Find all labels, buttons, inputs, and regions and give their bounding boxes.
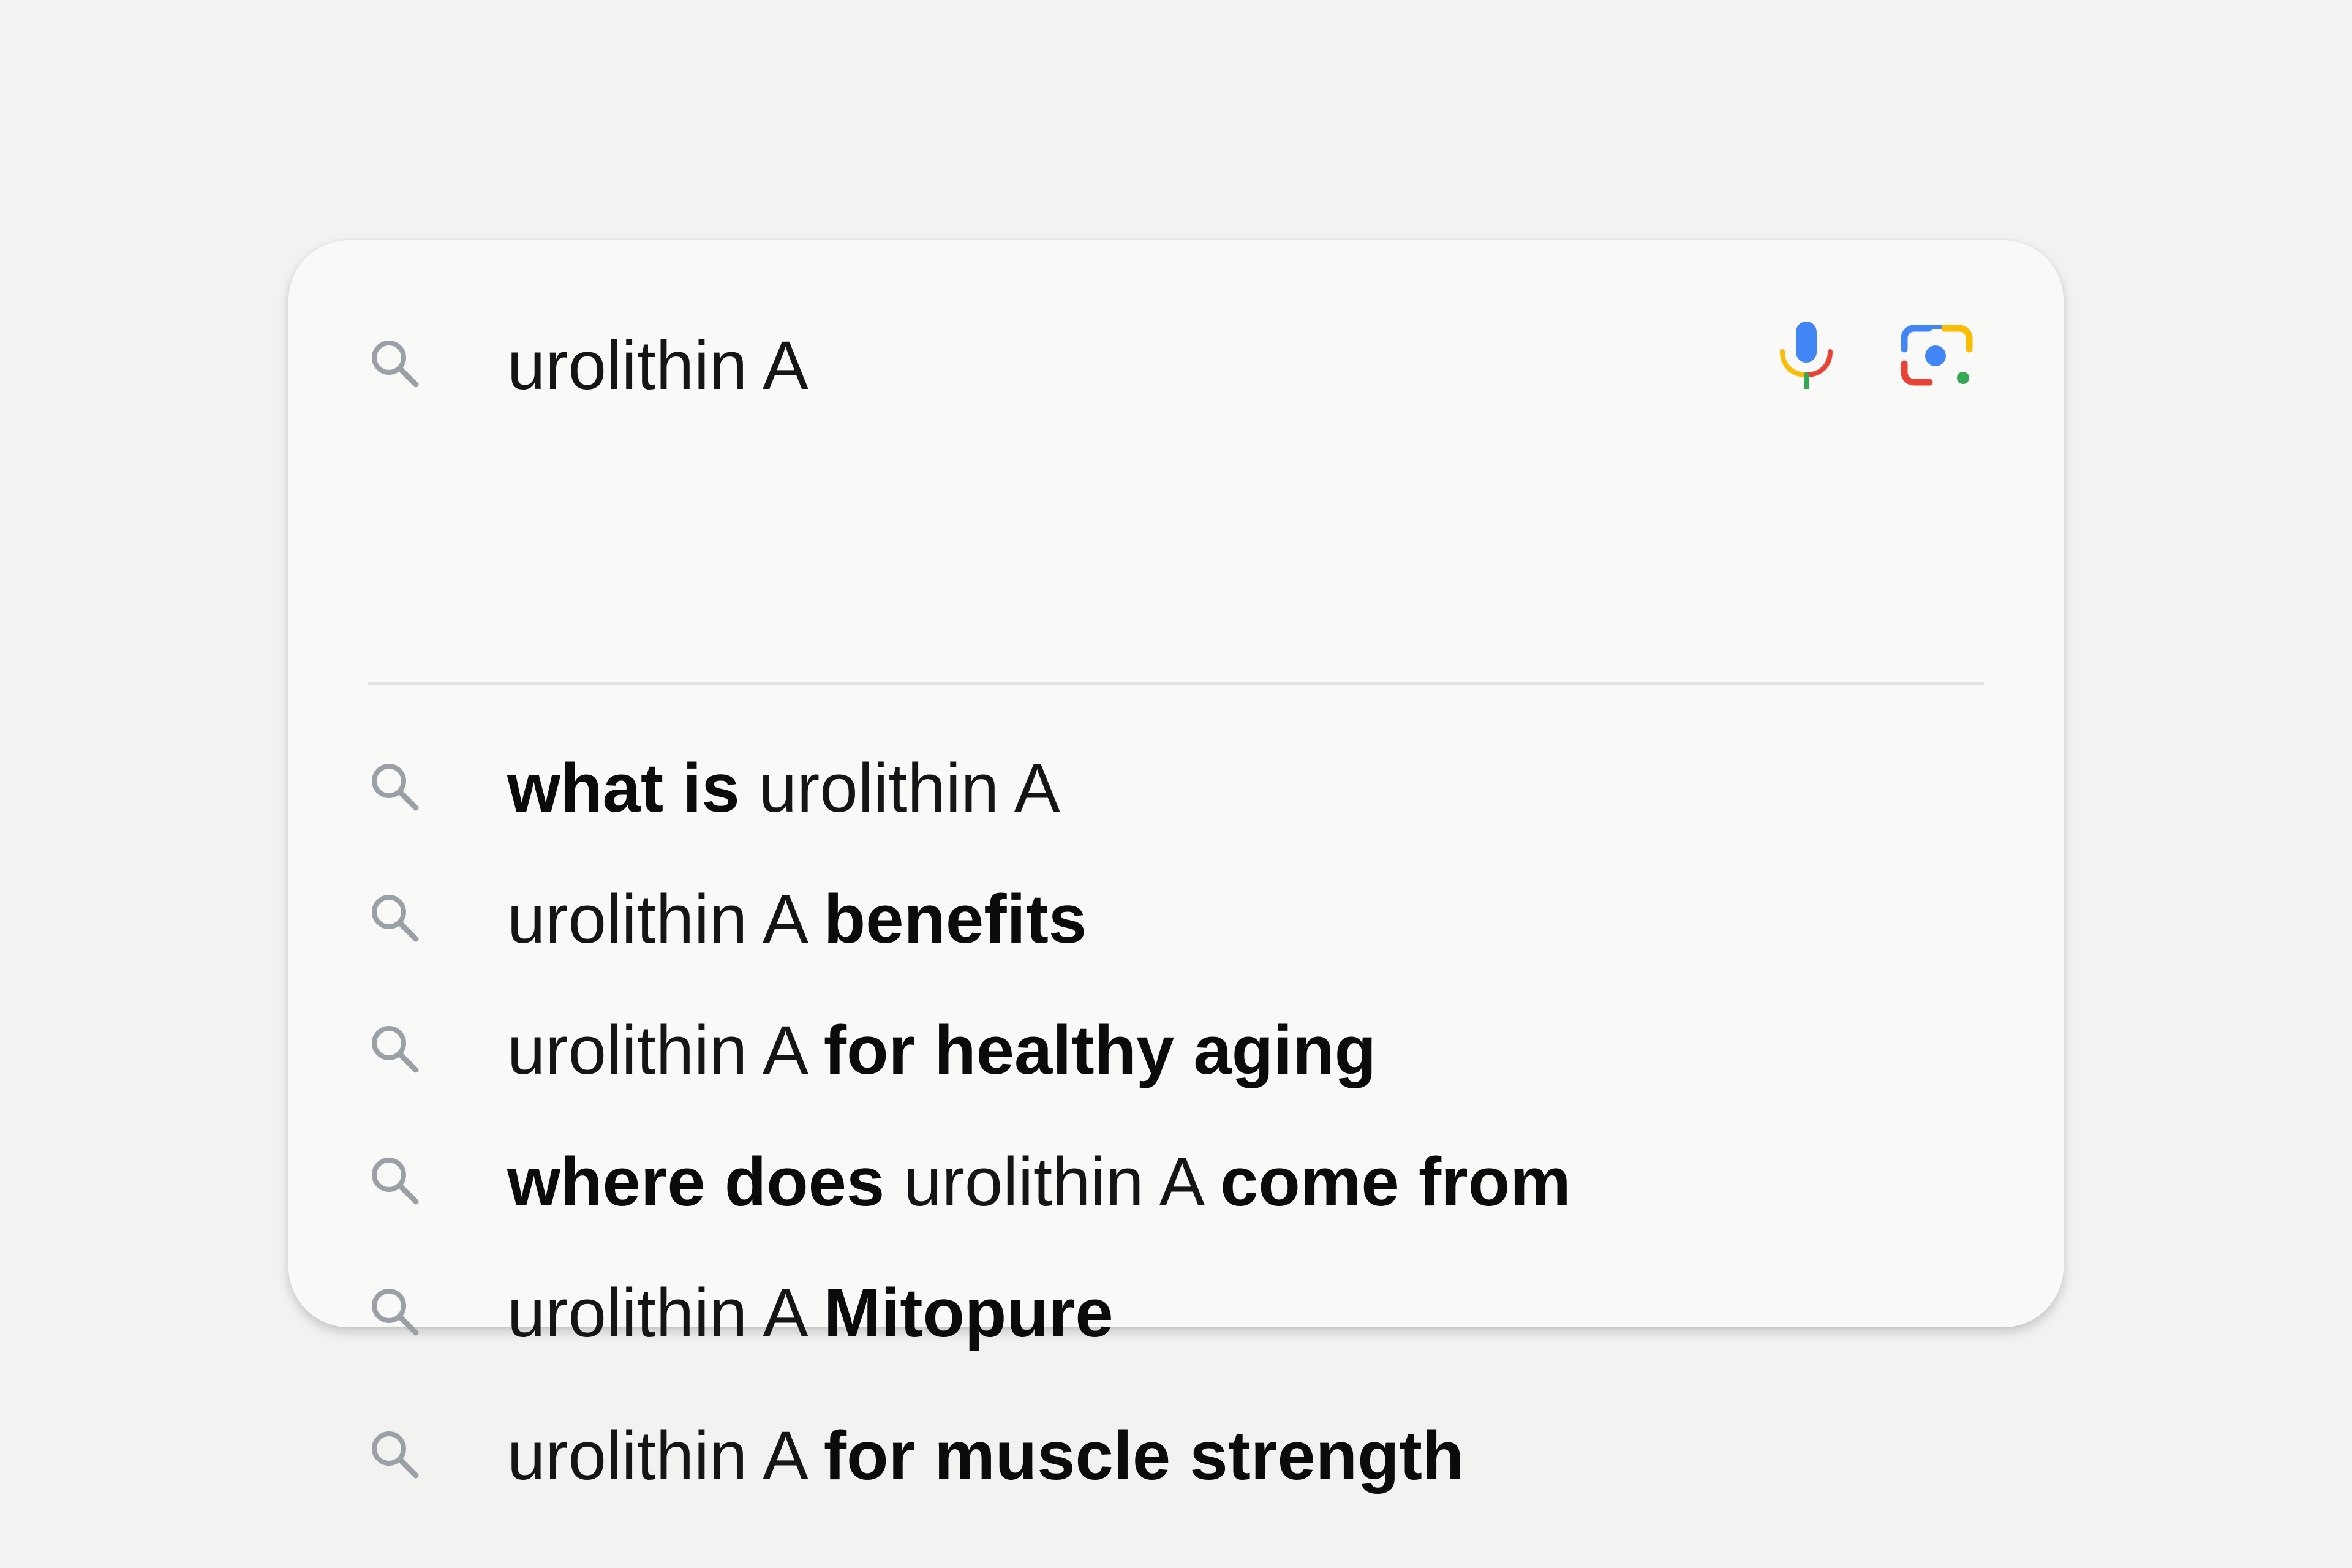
suggestion-bold-text: benefits [823,881,1087,957]
search-icon [366,889,427,950]
suggestion-text: where does urolithin A come from [507,1139,1571,1225]
search-icon [366,1020,427,1081]
suggestion-text: urolithin A Mitopure [507,1270,1114,1356]
search-icon [366,758,427,819]
search-suggestion[interactable]: urolithin A for muscle strength [288,1398,2064,1514]
suggestion-query-text: urolithin A [758,750,1060,826]
search-icon [366,1152,427,1213]
suggestion-query-text: urolithin A [507,1417,824,1494]
search-icon [366,1283,427,1344]
suggestion-bold-text: Mitopure [823,1275,1114,1351]
suggestion-bold-text: what is [507,750,759,826]
search-suggestion[interactable]: urolithin A for healthy aging [288,992,2064,1109]
suggestion-text: urolithin A for muscle strength [507,1413,1464,1499]
suggestion-text: what is urolithin A [507,745,1060,831]
suggestion-list: what is urolithin Aurolithin A benefits u… [288,240,2064,1494]
search-suggestion[interactable]: where does urolithin A come from [288,1124,2064,1240]
suggestion-text: urolithin A benefits [507,876,1087,962]
suggestion-query-text: urolithin A [507,1275,824,1351]
page: { "search": { "query": "urolithin A", "s… [0,0,2352,1568]
search-suggestions-card: urolithin A what is urolithin Aurolithin… [288,240,2064,1494]
suggestion-bold-text: for muscle strength [823,1417,1464,1494]
suggestion-query-text: urolithin A [507,1012,824,1088]
search-suggestion[interactable]: urolithin A benefits [288,861,2064,978]
search-icon [366,1425,427,1487]
suggestion-bold-text: for healthy aging [823,1012,1377,1088]
suggestion-text: urolithin A for healthy aging [507,1008,1376,1093]
suggestion-query-text: urolithin A [903,1144,1221,1220]
search-suggestion[interactable]: what is urolithin A [288,730,2064,846]
search-suggestion[interactable]: urolithin A Mitopure [288,1255,2064,1371]
suggestion-bold-text: where does [507,1144,904,1220]
suggestion-query-text: urolithin A [507,881,824,957]
suggestion-bold-text: come from [1220,1144,1571,1220]
